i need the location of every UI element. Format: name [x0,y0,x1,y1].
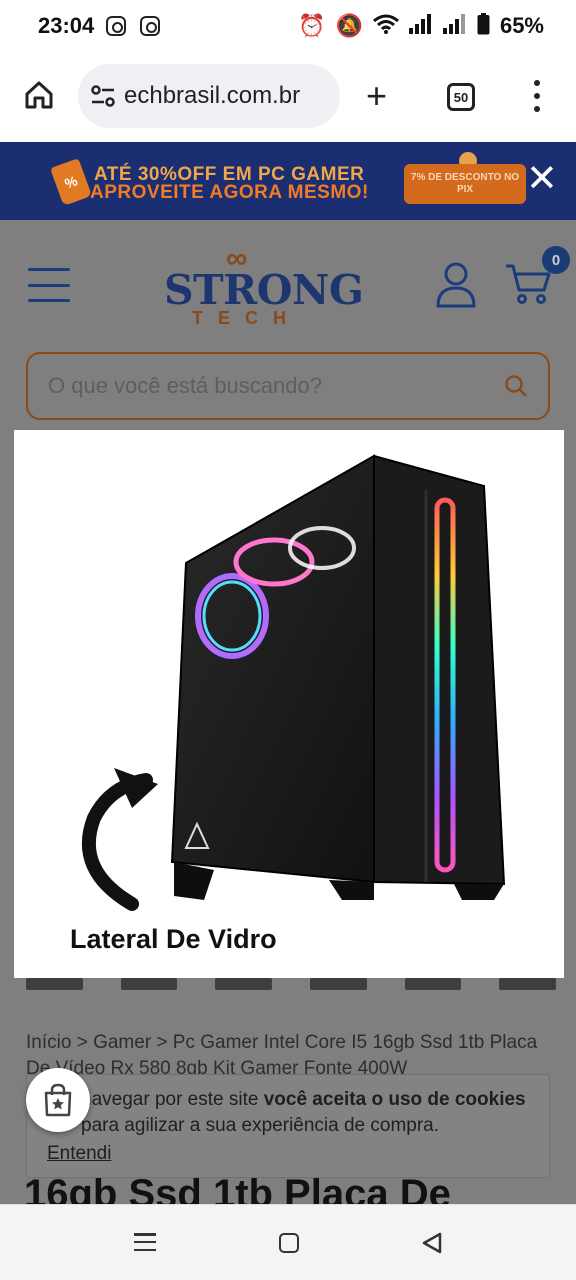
home-icon[interactable] [24,80,54,110]
battery-icon [477,13,490,39]
logo-tech: TECH [192,308,301,328]
thumbnail[interactable] [499,978,557,990]
clock: 23:04 [38,13,95,38]
close-icon[interactable]: ✕ [526,160,558,198]
home-button-icon[interactable] [279,1233,299,1253]
battery-percent: 65% [499,13,544,38]
alarm-icon: ⏰ [298,13,326,38]
thumbnail[interactable] [310,978,367,990]
thumbnail[interactable] [26,978,83,990]
mute-icon: 🔕 [335,13,363,38]
more-menu-icon[interactable] [532,80,542,112]
tab-switcher-button[interactable]: 50 [447,83,475,111]
promo-subline: APROVEITE AGORA MESMO! [90,182,369,203]
address-bar[interactable]: echbrasil.com.br [78,64,340,128]
thumbnail[interactable] [120,978,178,990]
instagram-icon [106,16,127,36]
shopping-bag-icon [44,1083,72,1117]
cookie-text: navegar por este site [81,1089,264,1110]
promo-banner[interactable]: % ATÉ 30%OFF EM PC GAMER APROVEITE AGORA… [0,142,576,220]
search-placeholder: O que você está buscando? [48,373,322,398]
shop-bag-button[interactable] [26,1068,90,1132]
new-tab-icon[interactable]: + [366,78,387,114]
thumbnail-strip[interactable] [26,978,557,992]
status-icons: ⏰ 🔕 65% [298,13,544,39]
search-icon[interactable] [504,374,528,398]
signal-icon [408,14,433,38]
pix-discount-badge: 7% DE DESCONTO NO PIX [404,164,526,204]
url-text: echbrasil.com.br [124,82,301,109]
logo-strong[interactable]: STRONG [164,266,364,314]
wifi-icon [372,14,399,38]
thumbnail[interactable] [215,978,273,990]
status-bar: 23:04 ⏰ 🔕 65% [0,0,576,52]
browser-toolbar: echbrasil.com.br + 50 [0,52,576,142]
user-icon[interactable] [436,262,476,308]
search-input[interactable]: O que você está buscando? [26,352,550,420]
site-settings-icon[interactable] [90,85,116,107]
recent-apps-icon[interactable] [134,1233,156,1251]
signal-icon [442,14,467,38]
back-icon[interactable] [420,1231,444,1255]
image-caption: Lateral De Vidro [70,924,277,954]
product-image-popup[interactable]: Lateral De Vidro [14,430,564,978]
menu-icon[interactable] [28,268,70,302]
thumbnail[interactable] [404,978,462,990]
cookie-accept-link[interactable]: Entendi [47,1141,535,1167]
cookie-text-end: para agilizar a sua experiência de compr… [81,1115,440,1136]
cookie-notice: navegar por este site você aceita o uso … [26,1074,550,1178]
cart-count-badge: 0 [542,246,570,274]
cookie-text-bold: você aceita o uso de cookies [263,1089,526,1110]
pc-case-image [81,454,506,911]
instagram-icon [140,16,161,36]
android-nav-bar [0,1204,576,1280]
discount-tag-icon: % [50,158,92,206]
